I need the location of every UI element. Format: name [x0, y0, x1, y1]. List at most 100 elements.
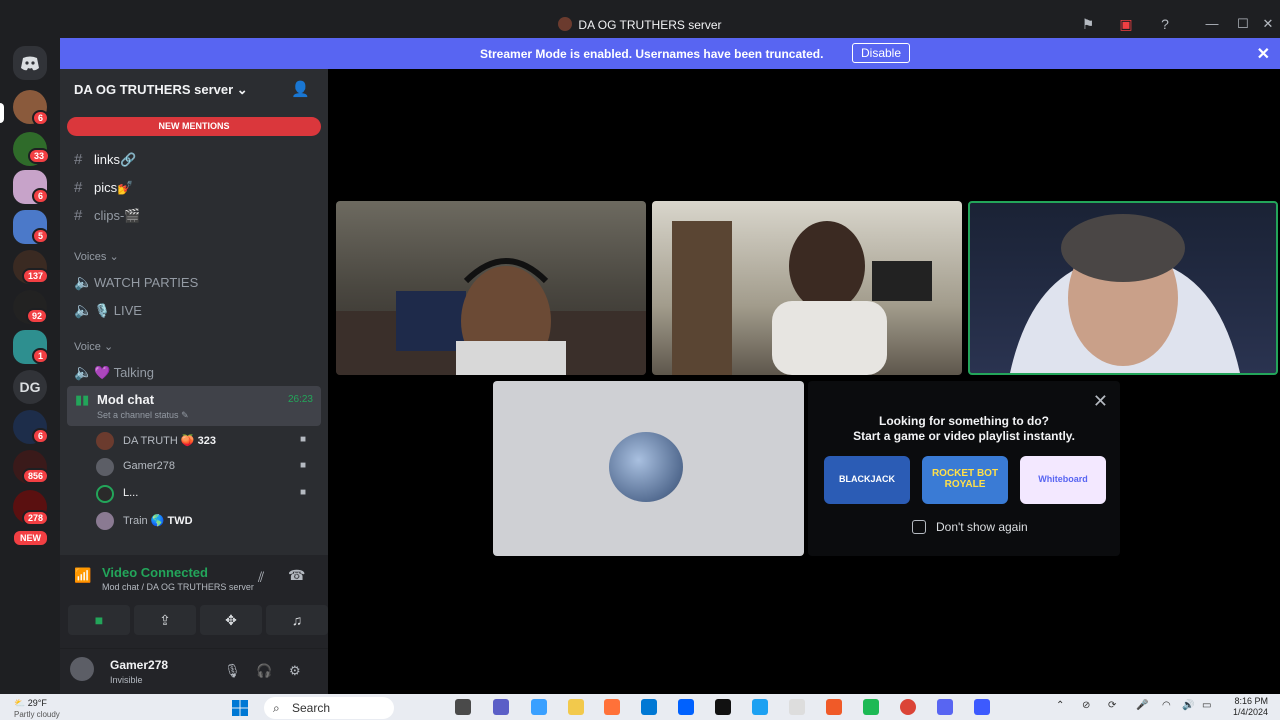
video-feed	[336, 258, 646, 375]
activity-rocket-bot-royale[interactable]: ROCKET BOT ROYALE	[922, 456, 1008, 504]
microphone-icon[interactable]: 🎙	[224, 663, 241, 679]
file-explorer-icon[interactable]	[568, 699, 584, 715]
unread-badge: 1	[32, 348, 50, 364]
user-name[interactable]: Gamer278	[110, 658, 168, 672]
unread-badge: 6	[32, 188, 50, 204]
video-tile[interactable]	[336, 201, 646, 375]
server-rail: 6 33 6 5 137 92 1 DG 6 856 278 NEW	[0, 38, 60, 694]
category-voices[interactable]: Voices ⌄	[74, 250, 119, 263]
signal-icon[interactable]: 📶	[74, 567, 91, 584]
noise-suppression-icon[interactable]: ⫽	[258, 569, 264, 586]
close-icon[interactable]: ✕	[1257, 44, 1270, 64]
video-tile[interactable]	[652, 201, 962, 375]
headphones-icon[interactable]: 🎧	[256, 663, 272, 679]
voice-channel-talking[interactable]: 🔈💜 Talking	[74, 363, 154, 387]
voice-channel-live[interactable]: 🔈🎙️ LIVE	[74, 301, 142, 325]
dropbox-icon[interactable]	[678, 699, 694, 715]
minimize-icon[interactable]: —	[1202, 14, 1222, 34]
channel-pics[interactable]: # pics💅	[74, 179, 133, 203]
microphone-tray-icon[interactable]: 🎤	[1136, 700, 1148, 711]
tray-icon[interactable]: ⊘	[1082, 700, 1090, 711]
camera-icon: ■	[300, 487, 307, 498]
connection-location[interactable]: Mod chat / DA OG TRUTHERS server	[102, 582, 254, 592]
avatar[interactable]	[70, 657, 94, 681]
activity-subtitle: Start a game or video playlist instantly…	[853, 429, 1075, 443]
new-mentions-button[interactable]: NEW MENTIONS	[67, 117, 321, 136]
activity-blackjack[interactable]: BLACKJACK	[824, 456, 910, 504]
server-name[interactable]: DA OG TRUTHERS server ⌄	[74, 82, 248, 98]
close-window-icon[interactable]: ✕	[1258, 14, 1278, 34]
edge-icon[interactable]	[752, 699, 768, 715]
chrome-icon[interactable]	[900, 699, 916, 715]
video-feed	[1010, 214, 1240, 373]
connection-status[interactable]: Video Connected	[102, 565, 208, 580]
voice-elapsed-time: 26:23	[287, 394, 313, 405]
speaker-icon: 🔈	[74, 364, 93, 381]
screen-share-icon[interactable]: ▣	[1116, 14, 1136, 34]
help-icon[interactable]: ?	[1155, 14, 1175, 34]
taskbar-search[interactable]: ⌕ Search	[264, 697, 394, 719]
close-icon[interactable]: ✕	[1093, 391, 1108, 412]
category-voice[interactable]: Voice ⌄	[74, 340, 113, 353]
activity-whiteboard[interactable]: Whiteboard	[1020, 456, 1106, 504]
guild-initials[interactable]: DG	[13, 370, 47, 404]
weather-widget[interactable]: ⛅ 29°F Partly cloudy	[14, 698, 60, 719]
participant-tile[interactable]	[493, 381, 804, 556]
activities-button[interactable]: ✥	[200, 605, 262, 635]
avatar	[96, 485, 114, 503]
unread-badge: 856	[22, 468, 50, 484]
volume-icon[interactable]: 🔊	[1182, 700, 1194, 711]
soundboard-button[interactable]: ♫	[266, 605, 328, 635]
checkbox[interactable]	[912, 520, 926, 534]
set-channel-status[interactable]: Set a channel status ✎	[97, 410, 189, 421]
voice-channel-mod-chat[interactable]: ▮▮ Mod chat Set a channel status ✎ 26:23	[67, 386, 321, 426]
voice-stage: ✕ Looking for something to do? Start a g…	[328, 69, 1280, 694]
camera-button[interactable]: ■	[68, 605, 130, 635]
channel-links[interactable]: # links🔗	[74, 151, 136, 175]
tray-icon[interactable]: ⟳	[1108, 700, 1116, 711]
teams-icon[interactable]	[493, 699, 509, 715]
windows-start-icon[interactable]	[232, 700, 248, 716]
server-icon	[558, 17, 573, 31]
unread-badge: 92	[26, 308, 49, 324]
hash-icon: #	[74, 207, 83, 224]
server-header[interactable]: DA OG TRUTHERS server ⌄ 👤	[60, 69, 328, 109]
flag-icon[interactable]: ⚑	[1078, 14, 1098, 34]
app-icon[interactable]	[826, 699, 842, 715]
mail-icon[interactable]	[641, 699, 657, 715]
battery-icon[interactable]: ▭	[1202, 700, 1211, 711]
settings-icon[interactable]: ⚙	[289, 663, 301, 679]
wifi-icon[interactable]: ◠	[1162, 700, 1171, 711]
weather-icon: ⛅	[14, 698, 26, 708]
unread-badge: 33	[28, 148, 51, 164]
notion-icon[interactable]	[715, 699, 731, 715]
chevron-up-icon[interactable]: ⌃	[1056, 700, 1064, 711]
activity-suggestion-panel: ✕ Looking for something to do? Start a g…	[808, 381, 1120, 556]
invite-icon[interactable]: 👤	[291, 80, 310, 98]
camera-icon: ■	[300, 434, 307, 445]
channel-clips[interactable]: # clips-🎬	[74, 207, 141, 231]
copilot-icon[interactable]	[531, 699, 547, 715]
streamer-mode-banner: Streamer Mode is enabled. Usernames have…	[60, 38, 1280, 69]
screen-share-button[interactable]: ⇪	[134, 605, 196, 635]
maximize-icon[interactable]: ☐	[1233, 14, 1253, 34]
firefox-icon[interactable]	[604, 699, 620, 715]
discord-taskbar-icon[interactable]	[937, 699, 953, 715]
video-tile-speaking[interactable]	[968, 201, 1278, 375]
task-view-icon[interactable]	[455, 699, 471, 715]
unread-badge: 6	[32, 110, 50, 126]
app-icon[interactable]	[863, 699, 879, 715]
speaker-icon: 🔈	[74, 274, 93, 291]
disable-streamer-button[interactable]: Disable	[852, 43, 911, 63]
voice-channel-watch-parties[interactable]: 🔈WATCH PARTIES	[74, 273, 198, 297]
disconnect-icon[interactable]: ☎	[288, 567, 305, 584]
user-status: Invisible	[110, 675, 143, 685]
file-icon[interactable]	[789, 699, 805, 715]
app-icon[interactable]	[974, 699, 990, 715]
avatar	[96, 512, 114, 530]
discord-home-icon[interactable]	[13, 46, 47, 80]
clock[interactable]: 8:16 PM 1/4/2024	[1233, 696, 1268, 718]
chevron-down-icon: ⌄	[236, 82, 248, 97]
new-badge[interactable]: NEW	[12, 529, 49, 547]
camera-icon: ■	[300, 460, 307, 471]
